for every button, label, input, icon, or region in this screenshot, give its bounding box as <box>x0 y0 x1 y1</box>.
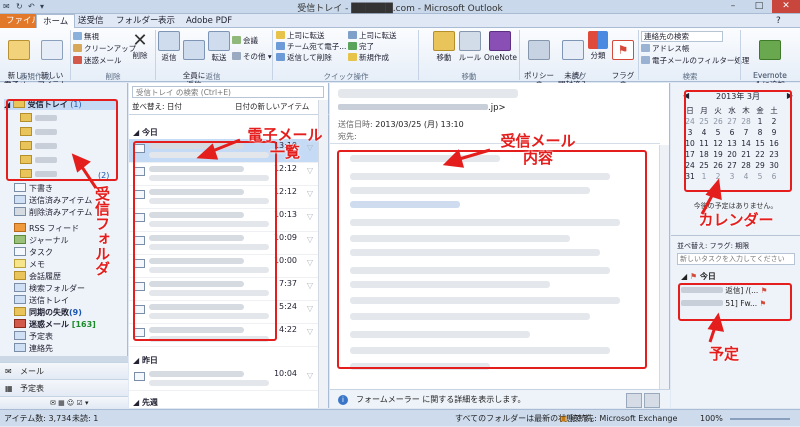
annotation-arrows <box>71 138 725 343</box>
